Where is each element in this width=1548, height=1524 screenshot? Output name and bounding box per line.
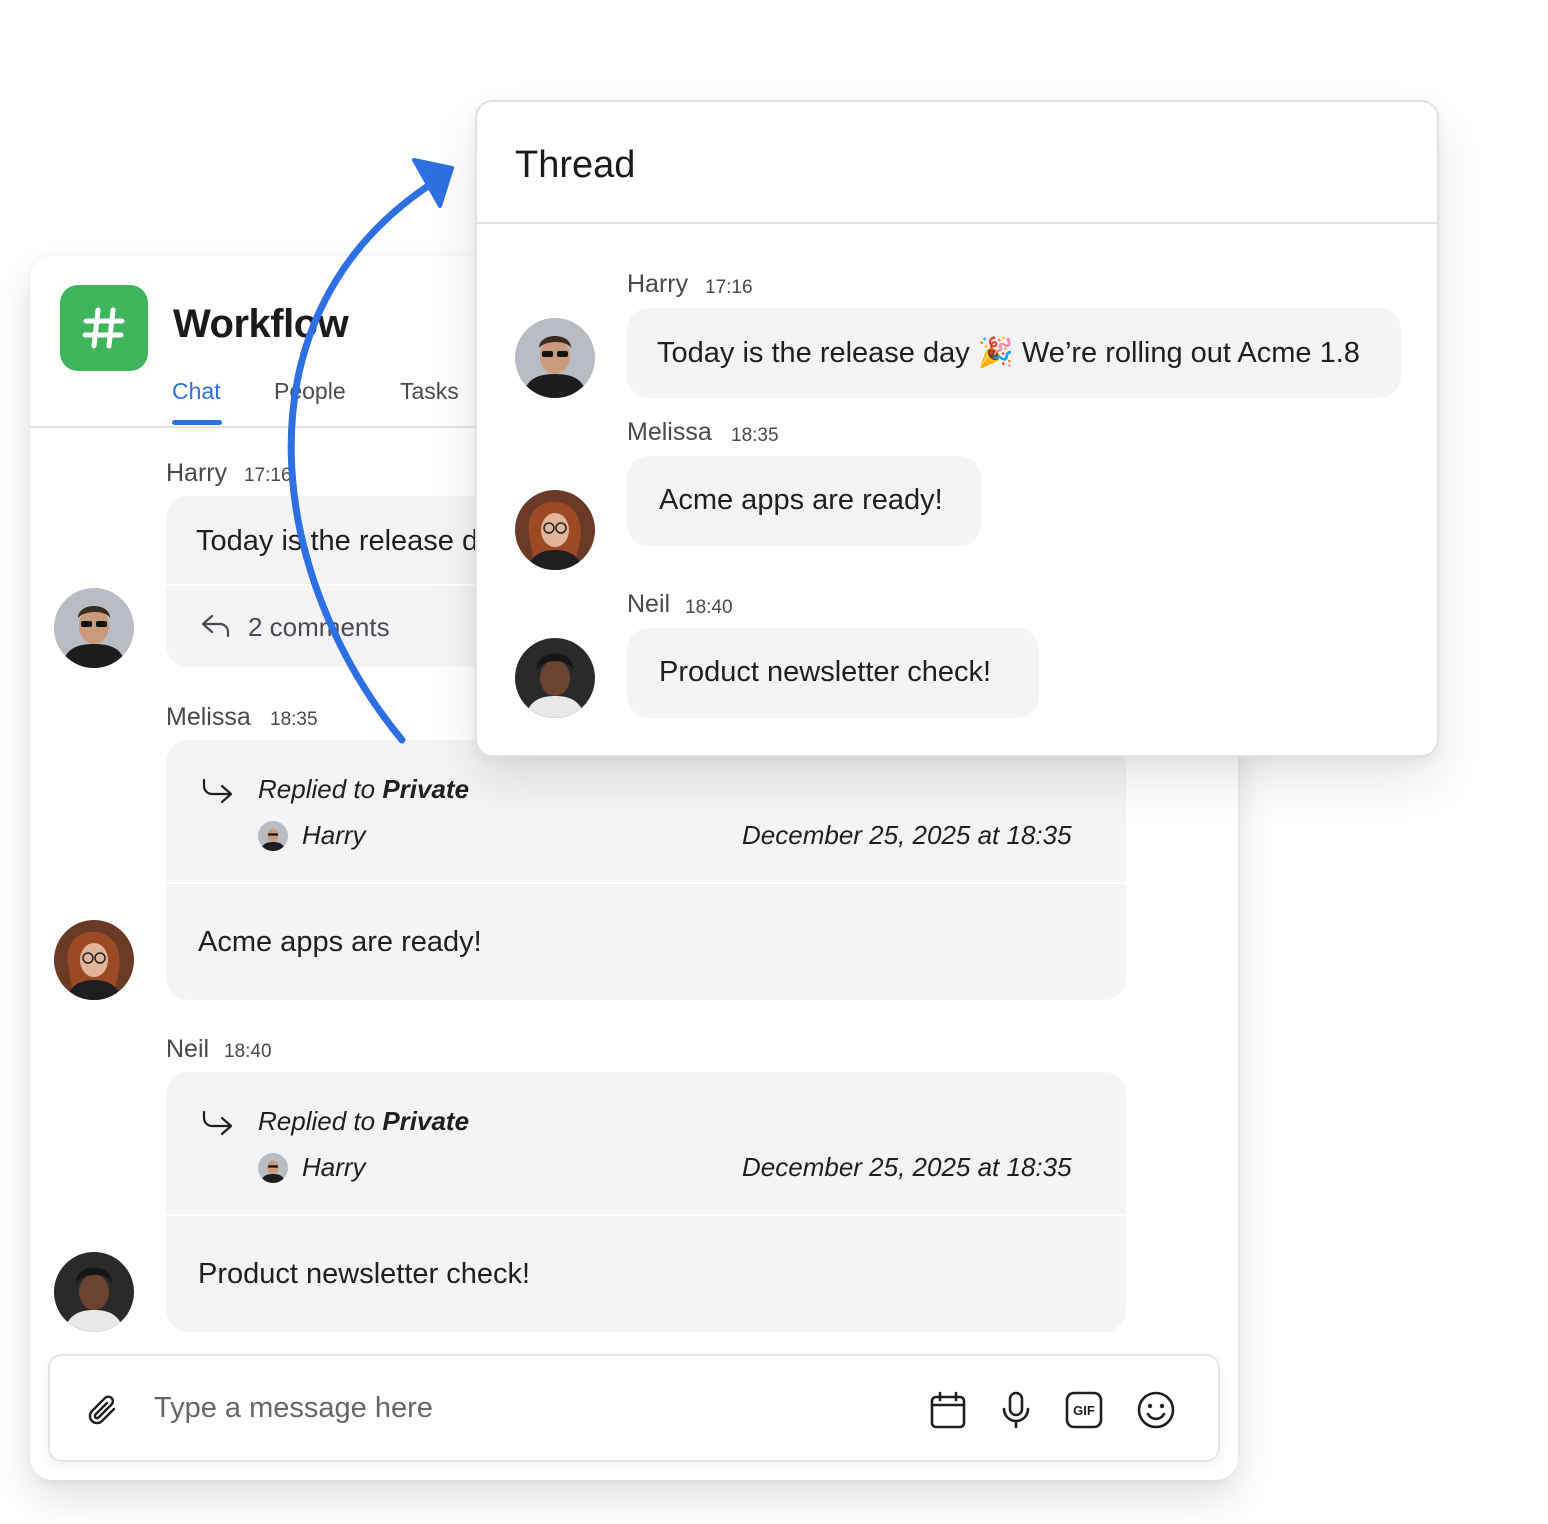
gif-icon[interactable]: GIF: [1062, 1388, 1106, 1432]
tab-chat[interactable]: Chat: [172, 378, 221, 405]
message-author: Melissa: [166, 703, 251, 731]
message-author: Melissa: [627, 418, 712, 446]
message-text: Acme apps are ready!: [198, 926, 482, 958]
message-composer: GIF: [48, 1354, 1220, 1462]
reply-user: Harry: [302, 1152, 366, 1182]
message-time: 18:40: [685, 597, 733, 618]
reply-forward-icon: [200, 776, 234, 806]
message-bubble: Product newsletter check!: [627, 628, 1039, 718]
svg-text:GIF: GIF: [1073, 1403, 1095, 1418]
message-text: Product newsletter check!: [198, 1258, 531, 1290]
bubble-divider: [166, 1214, 1126, 1216]
avatar: [258, 821, 288, 851]
avatar: [258, 1153, 288, 1183]
active-tab-indicator: [172, 420, 222, 425]
message-author: Neil: [166, 1035, 210, 1063]
message-author: Harry: [166, 459, 228, 487]
reply-date: December 25, 2025 at 18:35: [742, 1152, 1072, 1182]
avatar: [54, 920, 134, 1000]
message-input[interactable]: [154, 1386, 894, 1430]
message-author: Harry: [627, 270, 689, 298]
thread-divider: [477, 222, 1437, 224]
avatar: [54, 588, 134, 668]
message-text: Acme apps are ready!: [659, 484, 943, 516]
message-text: Product newsletter check!: [659, 656, 992, 688]
reply-label: Replied to Private: [258, 774, 470, 804]
message-author: Neil: [627, 590, 671, 618]
avatar: [515, 490, 595, 570]
avatar: [515, 638, 595, 718]
curved-arrow-icon: [287, 158, 454, 744]
thread-title: Thread: [515, 144, 636, 186]
reply-user: Harry: [302, 820, 366, 850]
message-time: 18:35: [731, 425, 779, 446]
bubble-divider: [166, 882, 1126, 884]
emoji-icon[interactable]: [1134, 1388, 1178, 1432]
paperclip-icon[interactable]: [80, 1388, 124, 1432]
calendar-icon[interactable]: [926, 1388, 970, 1432]
reply-arrow-icon[interactable]: [200, 612, 232, 640]
reply-label: Replied to Private: [258, 1106, 470, 1136]
message-bubble: Replied to Private Harry December 25, 20…: [166, 1072, 1126, 1332]
microphone-icon[interactable]: [994, 1388, 1038, 1432]
reply-forward-icon: [200, 1108, 234, 1138]
message-time: 18:40: [224, 1041, 272, 1062]
avatar: [54, 1252, 134, 1332]
message-time: 17:16: [705, 277, 753, 298]
avatar: [515, 318, 595, 398]
message-bubble: Replied to Private Harry December 25, 20…: [166, 740, 1126, 1000]
thread-panel: Thread Harry 17:16 Today is the release …: [475, 100, 1439, 757]
reply-date: December 25, 2025 at 18:35: [742, 820, 1072, 850]
message-text: Today is the release day 🎉 We’re rolling…: [657, 337, 1360, 369]
hash-icon: [60, 285, 148, 371]
message-bubble: Today is the release day 🎉 We’re rolling…: [627, 308, 1401, 398]
message-bubble: Acme apps are ready!: [627, 456, 981, 546]
